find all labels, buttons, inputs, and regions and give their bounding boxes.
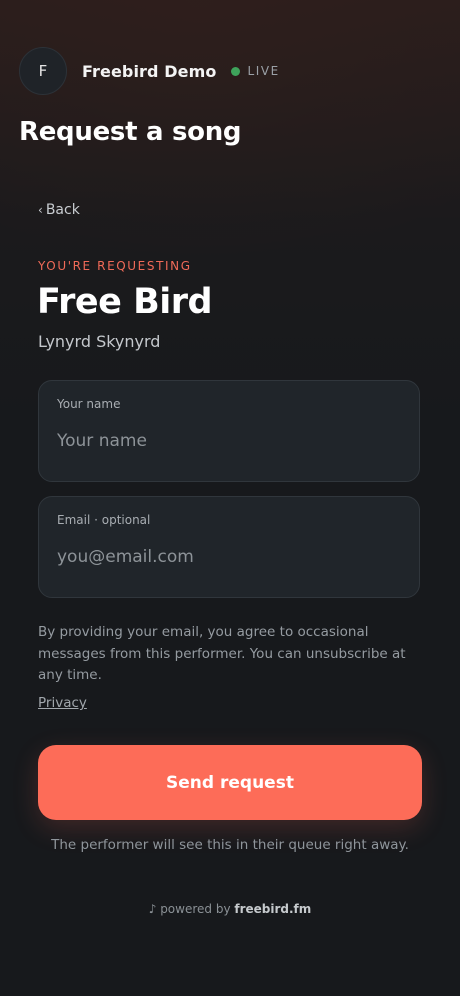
song-artist: Lynyrd Skynyrd [38,332,161,351]
song-title: Free Bird [37,282,213,322]
email-field-label: Email · optional [57,513,151,527]
name-input[interactable] [57,431,397,451]
send-request-button[interactable]: Send request [38,745,422,820]
live-status-label: LIVE [247,64,280,78]
email-consent-text: By providing your email, you agree to oc… [38,624,406,683]
avatar: F [19,47,67,95]
page-title: Request a song [19,117,242,147]
name-field-label: Your name [57,397,121,411]
powered-by-label: powered by [160,902,231,916]
queue-note: The performer will see this in their que… [51,837,409,853]
requesting-eyebrow: YOU'RE REQUESTING [38,259,192,273]
chevron-left-icon: ‹ [38,203,43,217]
back-link[interactable]: ‹ Back [38,202,80,218]
email-input[interactable] [57,547,397,567]
music-note-icon: ♪ [148,902,157,916]
email-field[interactable]: Email · optional [38,496,420,598]
back-link-label: Back [45,202,80,218]
performer-name: Freebird Demo [82,61,217,81]
performer-header: F Freebird Demo LIVE [19,47,280,95]
name-field[interactable]: Your name [38,380,420,482]
brand-link[interactable]: freebird.fm [234,902,311,916]
privacy-link[interactable]: Privacy [38,695,87,711]
powered-by-footer: ♪ powered by freebird.fm [0,902,460,916]
live-status-dot-icon [231,66,241,76]
